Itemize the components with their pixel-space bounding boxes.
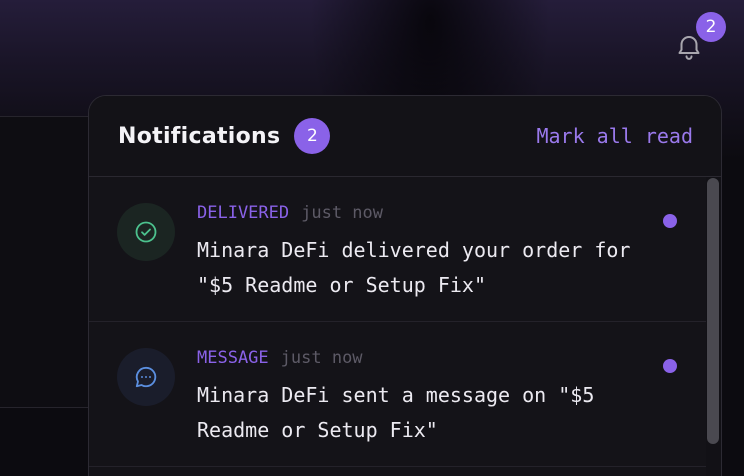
notification-type: DELIVERED [197,203,290,223]
notification-item[interactable]: DELIVERED just now Minara DeFi delivered … [89,177,721,322]
bell-unread-badge: 2 [696,12,726,42]
scrollbar-thumb[interactable] [707,178,719,444]
panel-header: Notifications 2 Mark all read [89,96,721,177]
notification-item[interactable]: MESSAGE just now Minara DeFi sent a messa… [89,322,721,467]
background-card [0,116,100,408]
notification-time: just now [301,203,384,223]
notification-type: MESSAGE [197,348,269,368]
notification-time: just now [280,348,363,368]
unread-count-badge: 2 [294,118,331,154]
chat-bubble-icon [117,348,175,406]
check-circle-icon [117,203,175,261]
unread-dot [663,214,677,228]
notification-text: Minara DeFi delivered your order for "$5… [197,238,631,297]
notification-text: Minara DeFi sent a message on "$5 Readme… [197,383,595,442]
notifications-panel: Notifications 2 Mark all read DELIVERED j… [88,95,722,476]
mark-all-read-link[interactable]: Mark all read [536,124,693,148]
notification-list: DELIVERED just now Minara DeFi delivered … [89,177,721,467]
unread-dot [663,359,677,373]
panel-title: Notifications [118,123,281,149]
